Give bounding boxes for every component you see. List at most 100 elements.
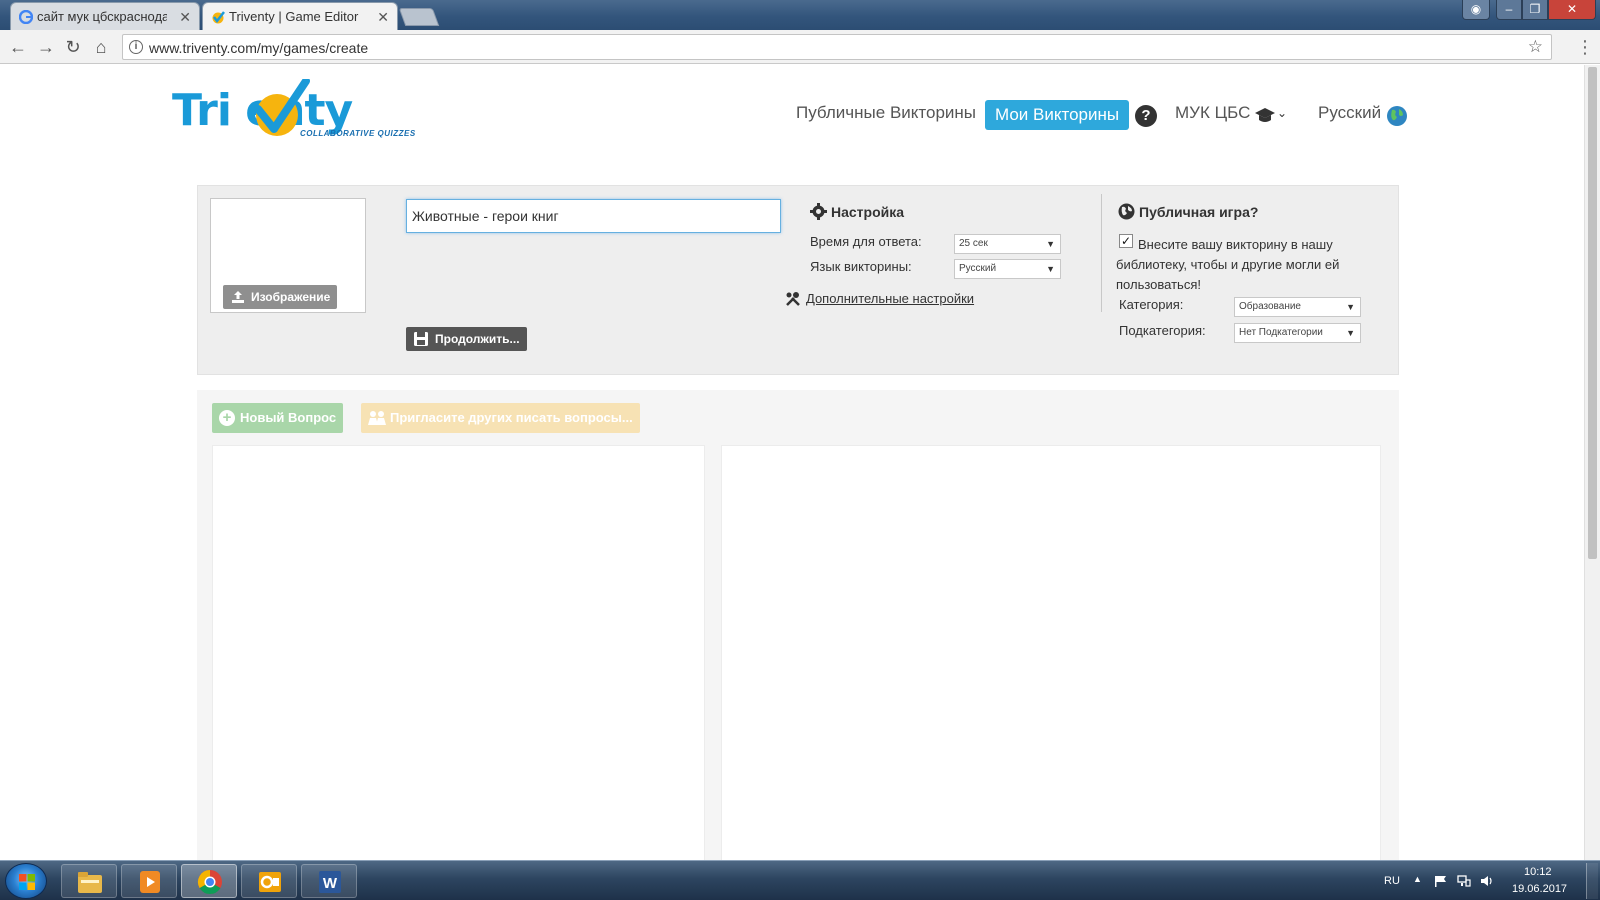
word-icon: W (319, 871, 341, 893)
chrome-icon (197, 870, 222, 895)
network-icon[interactable] (1457, 875, 1471, 887)
globe-icon[interactable] (1386, 105, 1408, 127)
continue-button[interactable]: Продолжить... (406, 327, 527, 351)
questions-area: + Новый Вопрос Пригласите других писать … (197, 390, 1399, 860)
plus-icon: + (219, 410, 235, 426)
close-window-button[interactable]: ✕ (1548, 0, 1596, 20)
dropdown-arrow-icon: ▼ (1346, 328, 1355, 338)
tray-expand-icon[interactable]: ▲ (1413, 874, 1422, 884)
profile-icon[interactable]: ◉ (1462, 0, 1490, 20)
quiz-language-value: Русский (959, 263, 997, 274)
category-value: Образование (1239, 301, 1301, 312)
upload-icon (232, 291, 244, 303)
category-label: Категория: (1119, 297, 1184, 312)
reload-icon[interactable]: ↻ (61, 35, 85, 59)
taskbar-chrome[interactable] (181, 864, 237, 898)
address-bar[interactable]: i www.triventy.com/my/games/create ☆ (122, 34, 1552, 60)
advanced-settings-label: Дополнительные настройки (806, 291, 975, 306)
subcategory-label: Подкатегория: (1119, 323, 1206, 338)
answer-time-value: 25 сек (959, 238, 988, 249)
svg-text:W: W (323, 875, 338, 892)
dropdown-arrow-icon: ▼ (1346, 302, 1355, 312)
subcategory-select[interactable]: Нет Подкатегории ▼ (1234, 323, 1361, 343)
gear-icon (810, 203, 827, 220)
media-player-icon (140, 871, 160, 893)
advanced-settings-link[interactable]: Дополнительные настройки (786, 291, 975, 306)
question-detail[interactable] (721, 445, 1381, 860)
show-desktop-button[interactable] (1586, 863, 1598, 899)
image-placeholder[interactable]: Изображение (210, 198, 366, 313)
continue-label: Продолжить... (435, 332, 520, 346)
logo-tagline: COLLABORATIVE QUIZZES (300, 129, 416, 138)
quiz-settings-panel: Изображение Продолжить... Настройка (197, 185, 1399, 375)
public-title: Публичная игра? (1139, 204, 1259, 220)
upload-image-label: Изображение (251, 290, 331, 304)
tab-title: Triventy | Game Editor (229, 9, 359, 24)
explorer-icon (78, 872, 102, 893)
invite-writers-label: Пригласите других писать вопросы... (390, 410, 633, 425)
new-question-button[interactable]: + Новый Вопрос (212, 403, 344, 433)
maximize-button[interactable]: ❐ (1522, 0, 1548, 20)
quiz-language-label: Язык викторины: (810, 259, 912, 274)
menu-icon[interactable]: ⋮ (1576, 36, 1594, 58)
taskbar-media-player[interactable] (121, 864, 177, 898)
settings-heading: Настройка (810, 203, 904, 220)
browser-toolbar: ← → ↻ ⌂ i www.triventy.com/my/games/crea… (0, 30, 1600, 64)
home-icon[interactable]: ⌂ (89, 35, 113, 59)
google-icon (19, 10, 33, 24)
graduation-cap-icon (1255, 108, 1275, 122)
page-scrollbar[interactable] (1584, 65, 1600, 860)
close-icon[interactable]: ✕ (377, 3, 389, 30)
answer-time-label: Время для ответа: (810, 234, 922, 249)
taskbar-word[interactable]: W (301, 864, 357, 898)
question-list[interactable] (212, 445, 705, 860)
start-button[interactable] (5, 863, 47, 899)
outlook-icon (259, 872, 281, 892)
taskbar-explorer[interactable] (61, 864, 117, 898)
windows-logo-icon (19, 874, 35, 890)
bookmark-star-icon[interactable]: ☆ (1528, 37, 1543, 57)
dropdown-arrow-icon: ▼ (1046, 264, 1055, 274)
clock-time[interactable]: 10:12 (1524, 866, 1552, 878)
forward-icon[interactable]: → (34, 35, 58, 59)
help-icon[interactable]: ? (1135, 105, 1157, 127)
quiz-language-select[interactable]: Русский ▼ (954, 259, 1061, 279)
new-question-label: Новый Вопрос (240, 410, 337, 425)
new-tab-button[interactable] (398, 8, 440, 26)
scrollbar-thumb[interactable] (1588, 67, 1597, 559)
nav-public-quizzes[interactable]: Публичные Викторины (796, 103, 976, 123)
invite-writers-button[interactable]: Пригласите других писать вопросы... (361, 403, 640, 433)
back-icon[interactable]: ← (6, 35, 30, 59)
volume-icon[interactable] (1480, 875, 1494, 887)
taskbar-outlook[interactable] (241, 864, 297, 898)
quiz-title-input[interactable] (406, 199, 781, 233)
nav-organization[interactable]: МУК ЦБС (1175, 103, 1250, 123)
people-icon (368, 411, 386, 425)
tab-search[interactable]: сайт мук цбскраснодар ✕ (10, 2, 200, 30)
category-select[interactable]: Образование ▼ (1234, 297, 1361, 317)
dropdown-arrow-icon: ▼ (1046, 239, 1055, 249)
column-divider (1101, 194, 1102, 312)
windows-taskbar: W RU ▲ 10:12 19.06.2017 (0, 860, 1600, 900)
answer-time-select[interactable]: 25 сек ▼ (954, 234, 1061, 254)
url-text[interactable]: www.triventy.com/my/games/create (149, 40, 368, 56)
page-content: Tri enty COLLABORATIVE QUIZZES Публичные… (0, 65, 1584, 860)
nav-my-quizzes[interactable]: Мои Викторины (985, 100, 1130, 130)
input-language[interactable]: RU (1384, 875, 1400, 887)
public-heading: Публичная игра? (1118, 203, 1258, 220)
tab-game-editor[interactable]: Triventy | Game Editor ✕ (202, 2, 398, 30)
upload-image-button[interactable]: Изображение (223, 285, 338, 309)
subcategory-value: Нет Подкатегории (1239, 327, 1323, 338)
close-icon[interactable]: ✕ (179, 3, 191, 30)
info-icon[interactable]: i (129, 40, 143, 54)
globe-icon (1118, 203, 1135, 220)
tools-icon (786, 292, 800, 306)
nav-language[interactable]: Русский (1318, 103, 1381, 123)
triventy-logo[interactable]: Tri enty COLLABORATIVE QUIZZES (172, 79, 432, 141)
floppy-disk-icon (414, 332, 428, 346)
clock-date[interactable]: 19.06.2017 (1512, 883, 1567, 895)
triventy-icon (212, 11, 225, 24)
chevron-down-icon[interactable]: ⌄ (1277, 106, 1287, 120)
action-center-flag-icon[interactable] (1434, 875, 1448, 887)
minimize-button[interactable]: – (1496, 0, 1522, 20)
